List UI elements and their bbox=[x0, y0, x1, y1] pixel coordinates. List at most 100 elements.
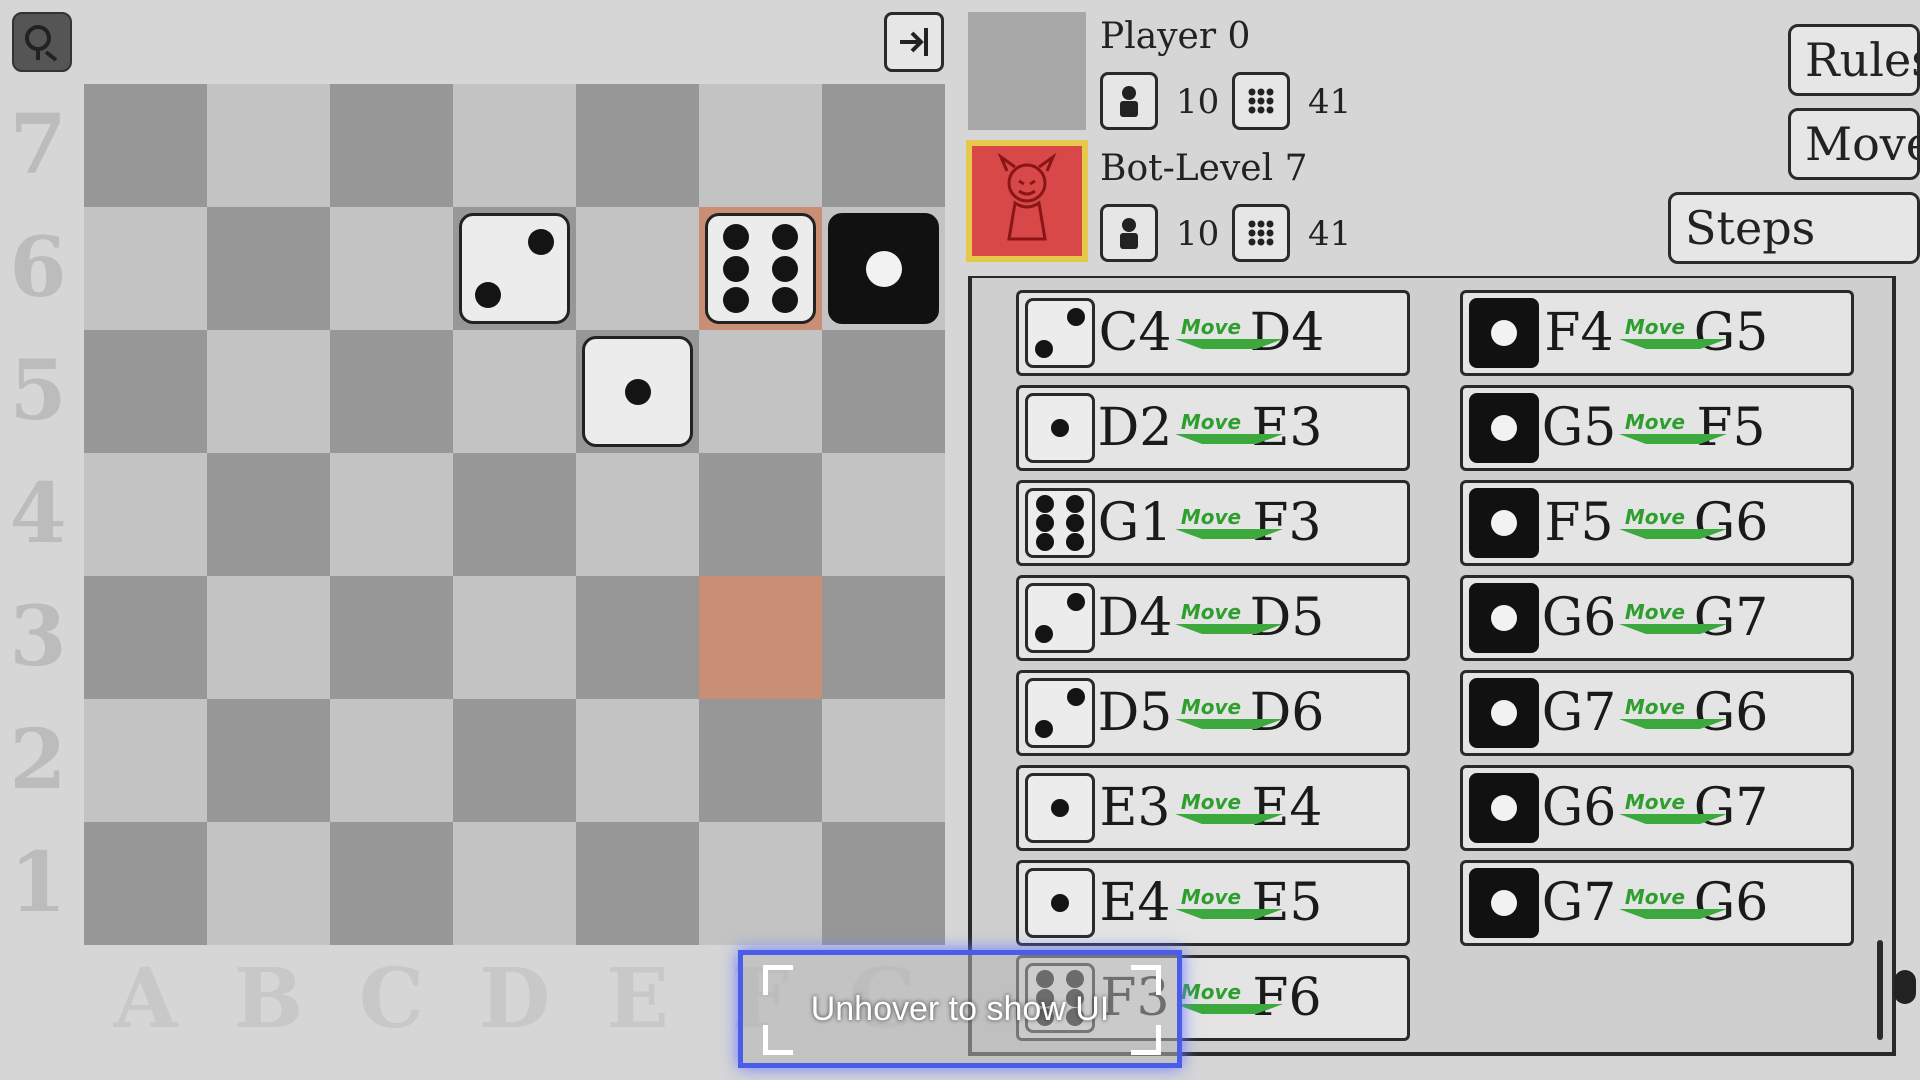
board-square-a6[interactable] bbox=[84, 207, 207, 330]
exit-icon[interactable] bbox=[884, 12, 944, 72]
board-square-g6[interactable] bbox=[822, 207, 945, 330]
move-to-square: F6 bbox=[1252, 968, 1322, 1028]
board-square-c1[interactable] bbox=[330, 822, 453, 945]
game-board[interactable] bbox=[84, 84, 945, 945]
board-square-a1[interactable] bbox=[84, 822, 207, 945]
board-square-c7[interactable] bbox=[330, 84, 453, 207]
board-square-a2[interactable] bbox=[84, 699, 207, 822]
board-square-e4[interactable] bbox=[576, 453, 699, 576]
board-square-c4[interactable] bbox=[330, 453, 453, 576]
move-option-button[interactable]: G6 Move G7 bbox=[1460, 575, 1854, 661]
moves-scrollbar[interactable] bbox=[1877, 940, 1883, 1040]
white-die-icon bbox=[1025, 868, 1095, 938]
board-square-c2[interactable] bbox=[330, 699, 453, 822]
move-arrow-icon: Move bbox=[1619, 507, 1691, 539]
white-die-piece[interactable] bbox=[582, 336, 693, 447]
board-square-d4[interactable] bbox=[453, 453, 576, 576]
board-square-a4[interactable] bbox=[84, 453, 207, 576]
board-square-e7[interactable] bbox=[576, 84, 699, 207]
board-square-d1[interactable] bbox=[453, 822, 576, 945]
white-die-piece[interactable] bbox=[459, 213, 570, 324]
move-option-button[interactable]: E4 Move E5 bbox=[1016, 860, 1410, 946]
player-0-name: Player 0 bbox=[1100, 16, 1251, 57]
move-option-button[interactable]: D2 Move E3 bbox=[1016, 385, 1410, 471]
move-option-button[interactable]: E3 Move E4 bbox=[1016, 765, 1410, 851]
move-to-square: G6 bbox=[1693, 873, 1769, 933]
board-square-d3[interactable] bbox=[453, 576, 576, 699]
toggle-ui-icon[interactable] bbox=[12, 12, 72, 72]
board-square-b7[interactable] bbox=[207, 84, 330, 207]
board-square-e2[interactable] bbox=[576, 699, 699, 822]
board-square-f3[interactable] bbox=[699, 576, 822, 699]
board-square-f6[interactable] bbox=[699, 207, 822, 330]
rules-button[interactable]: Rules bbox=[1788, 24, 1920, 96]
move-to-square: G6 bbox=[1693, 493, 1769, 553]
die-pip bbox=[771, 287, 798, 313]
white-die-icon bbox=[1025, 583, 1095, 653]
board-square-a5[interactable] bbox=[84, 330, 207, 453]
board-square-b2[interactable] bbox=[207, 699, 330, 822]
move-option-button[interactable]: G6 Move G7 bbox=[1460, 765, 1854, 851]
die-pip bbox=[1035, 625, 1053, 643]
board-square-g5[interactable] bbox=[822, 330, 945, 453]
move-option-button[interactable]: G1 Move F3 bbox=[1016, 480, 1410, 566]
hover-hint-overlay[interactable]: Unhover to show UI bbox=[738, 950, 1182, 1068]
board-square-d6[interactable] bbox=[453, 207, 576, 330]
bot-pieces: 10 bbox=[1176, 214, 1220, 254]
board-square-f4[interactable] bbox=[699, 453, 822, 576]
board-square-e5[interactable] bbox=[576, 330, 699, 453]
board-square-b1[interactable] bbox=[207, 822, 330, 945]
black-die-icon bbox=[1469, 298, 1539, 368]
black-die-piece[interactable] bbox=[828, 213, 939, 324]
move-from-square: G6 bbox=[1541, 588, 1617, 648]
die-pip bbox=[771, 224, 798, 250]
board-square-g4[interactable] bbox=[822, 453, 945, 576]
white-die-piece[interactable] bbox=[705, 213, 816, 324]
rank-label: 7 bbox=[9, 97, 67, 193]
move-option-button[interactable]: G7 Move G6 bbox=[1460, 860, 1854, 946]
board-square-d2[interactable] bbox=[453, 699, 576, 822]
board-square-e6[interactable] bbox=[576, 207, 699, 330]
move-from-square: G6 bbox=[1541, 778, 1617, 838]
board-square-e3[interactable] bbox=[576, 576, 699, 699]
board-square-g2[interactable] bbox=[822, 699, 945, 822]
board-square-f5[interactable] bbox=[699, 330, 822, 453]
move-option-button[interactable]: G7 Move G6 bbox=[1460, 670, 1854, 756]
move-option-button[interactable]: D5 Move D6 bbox=[1016, 670, 1410, 756]
white-die-icon bbox=[1025, 773, 1095, 843]
board-square-f1[interactable] bbox=[699, 822, 822, 945]
board-square-a3[interactable] bbox=[84, 576, 207, 699]
move-option-button[interactable]: C4 Move D4 bbox=[1016, 290, 1410, 376]
move-to-square: F3 bbox=[1252, 493, 1322, 553]
pieces-icon bbox=[1100, 204, 1158, 262]
move-option-button[interactable]: G5 Move F5 bbox=[1460, 385, 1854, 471]
board-square-f2[interactable] bbox=[699, 699, 822, 822]
board-square-g7[interactable] bbox=[822, 84, 945, 207]
steps-button[interactable]: Steps bbox=[1668, 192, 1920, 264]
move-option-button[interactable]: F5 Move G6 bbox=[1460, 480, 1854, 566]
move-option-button[interactable]: F4 Move G5 bbox=[1460, 290, 1854, 376]
board-square-g3[interactable] bbox=[822, 576, 945, 699]
moves-list[interactable]: C4 Move D4 D2 Move E3 G1 Move F3 D4 Move D5 D5 Move D6… bbox=[968, 278, 1896, 1056]
move-option-button[interactable]: D4 Move D5 bbox=[1016, 575, 1410, 661]
board-square-a7[interactable] bbox=[84, 84, 207, 207]
move-to-square: G7 bbox=[1693, 588, 1769, 648]
board-square-c5[interactable] bbox=[330, 330, 453, 453]
die-pip bbox=[1065, 514, 1084, 532]
die-pip bbox=[865, 250, 902, 287]
board-square-g1[interactable] bbox=[822, 822, 945, 945]
player-0-score: 41 bbox=[1308, 82, 1352, 122]
board-square-b3[interactable] bbox=[207, 576, 330, 699]
board-square-d5[interactable] bbox=[453, 330, 576, 453]
board-square-e1[interactable] bbox=[576, 822, 699, 945]
board-square-c3[interactable] bbox=[330, 576, 453, 699]
board-square-f7[interactable] bbox=[699, 84, 822, 207]
board-square-b6[interactable] bbox=[207, 207, 330, 330]
board-square-b5[interactable] bbox=[207, 330, 330, 453]
board-square-c6[interactable] bbox=[330, 207, 453, 330]
die-pip bbox=[1036, 514, 1055, 532]
board-square-d7[interactable] bbox=[453, 84, 576, 207]
rank-label: 6 bbox=[9, 220, 67, 316]
board-square-b4[interactable] bbox=[207, 453, 330, 576]
moves-button[interactable]: Moves bbox=[1788, 108, 1920, 180]
